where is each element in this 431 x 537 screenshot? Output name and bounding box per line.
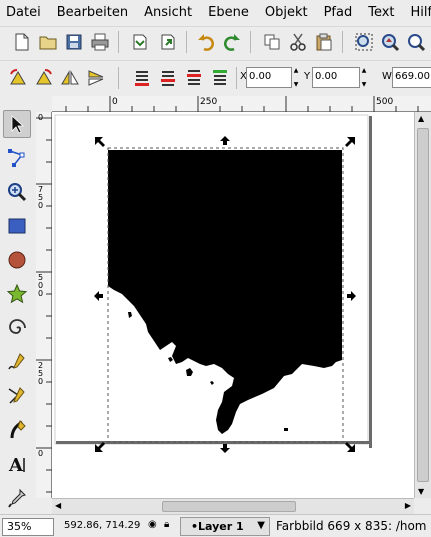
bitmap-image-shape [108,150,342,434]
bitmap-island-1 [186,368,193,376]
eye-icon[interactable]: ◉ [148,519,157,530]
spiral-tool-icon[interactable] [3,314,31,342]
handle-top-right [345,137,355,147]
flip-horizontal-icon[interactable] [58,66,82,90]
w-label: W [382,71,392,82]
w-input[interactable]: 669.00 [392,67,431,88]
horizontal-ruler: 0 250 500 [52,96,431,112]
zoom-selection-icon[interactable] [352,30,376,54]
ellipse-tool-icon[interactable] [3,246,31,274]
svg-text:A: A [8,455,24,475]
lower-to-bottom-icon[interactable] [130,66,154,90]
bitmap-island-4 [284,428,288,431]
menu-pfad[interactable]: Pfad [318,5,353,20]
redo-icon[interactable] [220,30,244,54]
rectangle-tool-icon[interactable] [3,212,31,240]
calligraphy-tool-icon[interactable] [3,416,31,444]
vruler-label-250: 2 5 0 [38,361,44,386]
dropper-tool-icon[interactable] [3,484,31,512]
y-label: Y [304,71,311,82]
y-spinner[interactable]: ▲ ▼ [360,67,368,88]
vruler-label-top: 0 [38,113,44,122]
vertical-scrollbar[interactable]: ▲ ▼ [414,112,431,498]
raise-to-top-icon[interactable] [208,66,232,90]
undo-icon[interactable] [194,30,218,54]
bitmap-island-2 [128,312,132,318]
cursor-coordinates: 592.86, 714.29 [64,520,141,531]
handle-top-middle [220,136,230,145]
pen-tool-icon[interactable] [3,382,31,410]
copy-icon[interactable] [260,30,284,54]
menu-text[interactable]: Text [362,5,394,20]
selector-tool-icon[interactable] [3,110,31,138]
menu-hilfe[interactable]: Hilfe [405,5,431,20]
vruler-label-0: 0 [38,449,44,458]
vruler-label-750: 7 5 0 [38,185,44,210]
paste-icon[interactable] [312,30,336,54]
rotate-ccw-icon[interactable] [6,66,30,90]
node-tool-icon[interactable] [3,144,31,172]
zoom-field[interactable]: 35% [2,518,54,536]
hruler-label-0: 0 [112,97,118,107]
save-icon[interactable] [62,30,86,54]
horizontal-scroll-thumb[interactable] [162,501,296,512]
toolbox: A [0,108,34,512]
tool-controls-bar: X 0.00 ▲ ▼ Y 0.00 ▲ ▼ W 669.00 [0,60,431,94]
vertical-ruler: 0 7 5 0 5 0 0 2 5 0 0 [36,112,52,498]
hruler-label-500: 500 [376,97,394,107]
menu-ebene[interactable]: Ebene [202,5,249,20]
open-folder-icon[interactable] [36,30,60,54]
handle-bottom-middle [220,444,230,453]
handle-middle-right [347,291,356,301]
lower-icon[interactable] [156,66,180,90]
new-document-icon[interactable] [10,30,34,54]
zoom-tool-icon[interactable] [3,178,31,206]
hruler-label-250: 250 [200,97,218,107]
menu-ansicht[interactable]: Ansicht [138,5,192,20]
flip-vertical-icon[interactable] [84,66,108,90]
y-input[interactable]: 0.00 [312,67,360,88]
layer-dropdown[interactable]: •Layer 1 ▼ [180,517,270,536]
handle-top-left [95,137,105,147]
lock-icon[interactable]: 🔒︎ [164,519,169,530]
menu-datei[interactable]: Datei [0,5,41,20]
zoom-drawing-icon[interactable] [378,30,402,54]
status-message: Farbbild 669 x 835: /hom [276,519,427,533]
layer-name: •Layer 1 [191,520,244,533]
import-icon[interactable] [128,30,152,54]
horizontal-scrollbar[interactable]: ◀ ▶ [52,498,414,514]
pencil-tool-icon[interactable] [3,348,31,376]
x-input[interactable]: 0.00 [246,67,292,88]
cut-icon[interactable] [286,30,310,54]
scroll-up-icon[interactable]: ▲ [418,114,424,123]
menu-bar: Datei Bearbeiten Ansicht Ebene Objekt Pf… [0,0,431,24]
bitmap-island-3 [168,357,173,362]
page-shadow-right [369,116,372,448]
handle-middle-left [94,291,103,301]
zoom-page-icon[interactable] [404,30,428,54]
raise-icon[interactable] [182,66,206,90]
chevron-down-icon: ▼ [257,520,265,531]
export-icon[interactable] [156,30,180,54]
rotate-cw-icon[interactable] [32,66,56,90]
menu-objekt[interactable]: Objekt [259,5,308,20]
scroll-right-icon[interactable]: ▶ [405,501,411,510]
scroll-down-icon[interactable]: ▼ [418,487,424,496]
print-icon[interactable] [88,30,112,54]
vruler-label-500: 5 0 0 [38,273,44,298]
bitmap-island-5 [210,381,214,385]
menu-bearbeiten[interactable]: Bearbeiten [51,5,128,20]
status-bar: 35% 592.86, 714.29 ◉ 🔒︎ •Layer 1 ▼ Farbb… [0,514,431,537]
text-tool-icon[interactable]: A [3,450,31,478]
star-tool-icon[interactable] [3,280,31,308]
drawing-canvas[interactable] [52,112,414,498]
scroll-left-icon[interactable]: ◀ [55,501,61,510]
vertical-scroll-thumb[interactable] [417,128,429,482]
x-spinner[interactable]: ▲ ▼ [292,67,300,88]
command-toolbar [0,26,431,58]
